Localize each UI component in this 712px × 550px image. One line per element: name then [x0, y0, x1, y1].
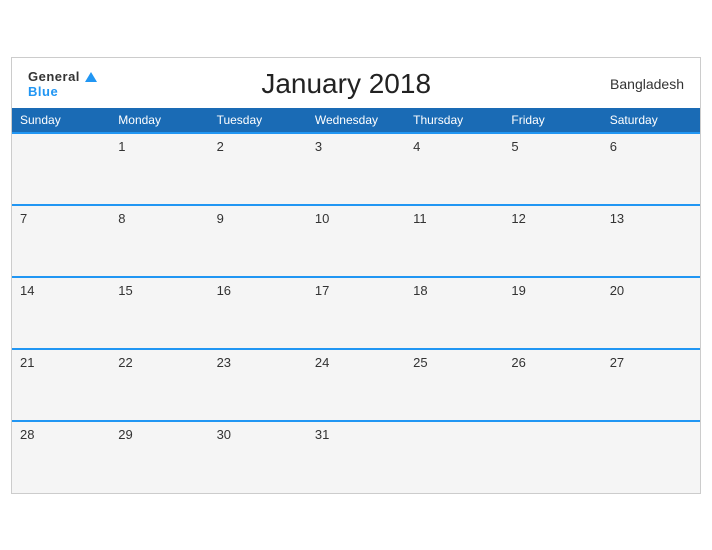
calendar-country: Bangladesh	[594, 76, 684, 92]
day-cell	[503, 421, 601, 493]
week-row-1: 1 2 3 4 5 6	[12, 133, 700, 205]
logo: General Blue	[28, 69, 98, 98]
day-number: 24	[315, 355, 329, 370]
day-cell: 5	[503, 133, 601, 205]
weekday-sunday: Sunday	[12, 108, 110, 133]
day-number: 28	[20, 427, 34, 442]
weekday-friday: Friday	[503, 108, 601, 133]
week-row-5: 28 29 30 31	[12, 421, 700, 493]
day-cell: 24	[307, 349, 405, 421]
day-cell: 23	[209, 349, 307, 421]
day-cell: 22	[110, 349, 208, 421]
weekday-saturday: Saturday	[602, 108, 700, 133]
day-cell: 18	[405, 277, 503, 349]
calendar-title: January 2018	[98, 68, 594, 100]
day-number: 2	[217, 139, 224, 154]
weekday-header-row: SundayMondayTuesdayWednesdayThursdayFrid…	[12, 108, 700, 133]
day-cell: 14	[12, 277, 110, 349]
day-cell: 31	[307, 421, 405, 493]
day-number: 4	[413, 139, 420, 154]
day-number: 9	[217, 211, 224, 226]
day-cell: 20	[602, 277, 700, 349]
day-number: 26	[511, 355, 525, 370]
day-cell: 17	[307, 277, 405, 349]
day-cell: 2	[209, 133, 307, 205]
weekday-thursday: Thursday	[405, 108, 503, 133]
day-cell: 13	[602, 205, 700, 277]
day-number: 13	[610, 211, 624, 226]
calendar-table: SundayMondayTuesdayWednesdayThursdayFrid…	[12, 108, 700, 493]
day-cell: 1	[110, 133, 208, 205]
day-number: 18	[413, 283, 427, 298]
weekday-tuesday: Tuesday	[209, 108, 307, 133]
day-cell: 12	[503, 205, 601, 277]
day-number: 14	[20, 283, 34, 298]
day-number: 3	[315, 139, 322, 154]
calendar-header: General Blue January 2018 Bangladesh	[12, 58, 700, 108]
logo-triangle-icon	[84, 70, 98, 84]
calendar: General Blue January 2018 Bangladesh Sun…	[11, 57, 701, 494]
day-number: 7	[20, 211, 27, 226]
day-number: 23	[217, 355, 231, 370]
logo-blue-text: Blue	[28, 85, 58, 98]
week-row-2: 7 8 9 10 11 12 13	[12, 205, 700, 277]
weekday-wednesday: Wednesday	[307, 108, 405, 133]
day-cell: 21	[12, 349, 110, 421]
day-number: 16	[217, 283, 231, 298]
day-number: 19	[511, 283, 525, 298]
day-number: 5	[511, 139, 518, 154]
day-cell	[12, 133, 110, 205]
day-cell: 30	[209, 421, 307, 493]
day-number: 1	[118, 139, 125, 154]
week-row-4: 21 22 23 24 25 26 27	[12, 349, 700, 421]
day-number: 31	[315, 427, 329, 442]
day-number: 11	[413, 211, 427, 226]
day-cell: 8	[110, 205, 208, 277]
day-number: 22	[118, 355, 132, 370]
day-cell: 29	[110, 421, 208, 493]
day-number: 12	[511, 211, 525, 226]
day-number: 21	[20, 355, 34, 370]
day-cell: 15	[110, 277, 208, 349]
day-number: 29	[118, 427, 132, 442]
day-cell: 11	[405, 205, 503, 277]
day-number: 15	[118, 283, 132, 298]
day-cell: 9	[209, 205, 307, 277]
day-cell: 4	[405, 133, 503, 205]
day-number: 8	[118, 211, 125, 226]
logo-general-text: General	[28, 69, 98, 85]
day-cell: 25	[405, 349, 503, 421]
day-cell	[602, 421, 700, 493]
day-number: 30	[217, 427, 231, 442]
day-cell	[405, 421, 503, 493]
day-cell: 10	[307, 205, 405, 277]
day-cell: 6	[602, 133, 700, 205]
day-cell: 26	[503, 349, 601, 421]
day-number: 17	[315, 283, 329, 298]
day-number: 20	[610, 283, 624, 298]
day-number: 25	[413, 355, 427, 370]
day-cell: 7	[12, 205, 110, 277]
day-cell: 28	[12, 421, 110, 493]
day-cell: 19	[503, 277, 601, 349]
day-cell: 27	[602, 349, 700, 421]
day-number: 27	[610, 355, 624, 370]
weekday-monday: Monday	[110, 108, 208, 133]
week-row-3: 14 15 16 17 18 19 20	[12, 277, 700, 349]
day-cell: 3	[307, 133, 405, 205]
day-number: 6	[610, 139, 617, 154]
day-cell: 16	[209, 277, 307, 349]
day-number: 10	[315, 211, 329, 226]
